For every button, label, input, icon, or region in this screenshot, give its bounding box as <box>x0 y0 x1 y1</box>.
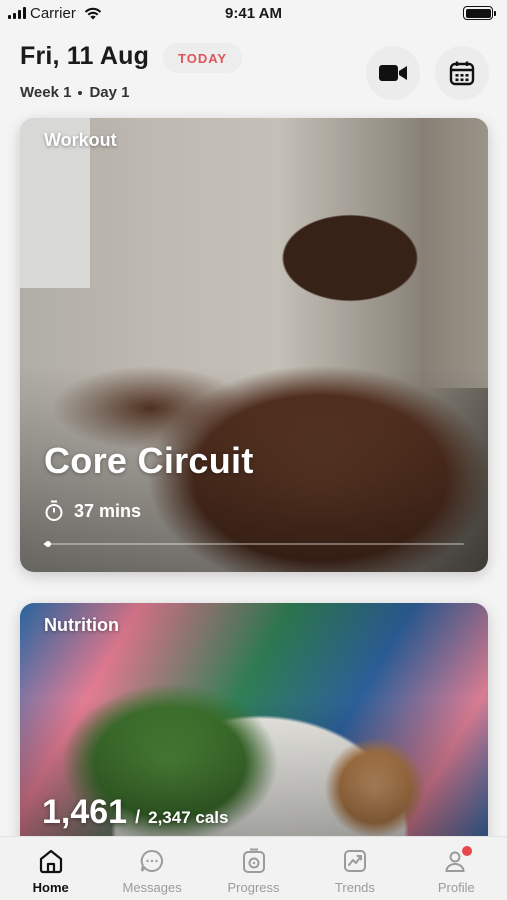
nutrition-card-label: Nutrition <box>44 615 119 635</box>
tab-trends-label: Trends <box>334 880 375 895</box>
progress-icon <box>240 847 268 875</box>
day-label: Day 1 <box>89 84 130 101</box>
calendar-button[interactable] <box>435 46 489 100</box>
home-icon <box>37 847 65 875</box>
today-badge[interactable]: TODAY <box>163 43 243 73</box>
tab-messages-label: Messages <box>122 880 182 895</box>
tab-progress[interactable]: Progress <box>203 837 304 900</box>
tab-messages[interactable]: Messages <box>101 837 202 900</box>
workout-card[interactable]: Workout Core Circuit 37 mins <box>20 118 488 572</box>
calories-consumed: 1,461 <box>42 793 128 831</box>
trends-icon <box>341 847 369 875</box>
separator-dot <box>78 90 83 95</box>
battery-icon <box>463 6 496 20</box>
workout-card-label: Workout <box>44 130 117 150</box>
status-left: Carrier <box>8 5 463 22</box>
signal-icon <box>8 7 26 19</box>
calendar-icon <box>449 61 475 86</box>
page-title-date: Fri, 11 Aug <box>20 42 150 70</box>
tab-bar: Home Messages Progress Trends Profile <box>0 836 507 900</box>
calories-separator: / <box>135 807 141 827</box>
stopwatch-icon <box>45 500 63 521</box>
duration-label: 37 mins <box>74 500 142 521</box>
status-bar: Carrier 9:41 AM <box>0 0 507 26</box>
calories-total: 2,347 cals <box>148 808 229 827</box>
notification-badge <box>462 846 473 856</box>
profile-icon <box>442 846 473 875</box>
tab-home[interactable]: Home <box>0 837 101 900</box>
nutrition-card[interactable]: Nutrition 1,461 / 2,347 cals <box>20 603 488 843</box>
header: Fri, 11 Aug TODAY Week 1 Day 1 <box>0 38 507 108</box>
chat-icon <box>138 847 166 875</box>
tab-trends[interactable]: Trends <box>304 837 405 900</box>
week-label: Week 1 <box>20 84 72 101</box>
video-camera-icon <box>379 65 407 81</box>
tab-progress-label: Progress <box>227 880 280 895</box>
tab-profile-label: Profile <box>437 880 475 895</box>
carrier-label: Carrier <box>30 4 76 22</box>
workout-progress-bar <box>44 541 464 547</box>
workout-title: Core Circuit <box>44 440 254 481</box>
week-day-label: Week 1 Day 1 <box>20 84 129 101</box>
wifi-icon <box>84 7 102 19</box>
tab-profile[interactable]: Profile <box>406 837 507 900</box>
video-button[interactable] <box>366 46 420 100</box>
workout-duration: 37 mins <box>44 500 141 522</box>
calories-summary: 1,461 / 2,347 cals <box>42 793 228 832</box>
tab-home-label: Home <box>32 880 69 895</box>
